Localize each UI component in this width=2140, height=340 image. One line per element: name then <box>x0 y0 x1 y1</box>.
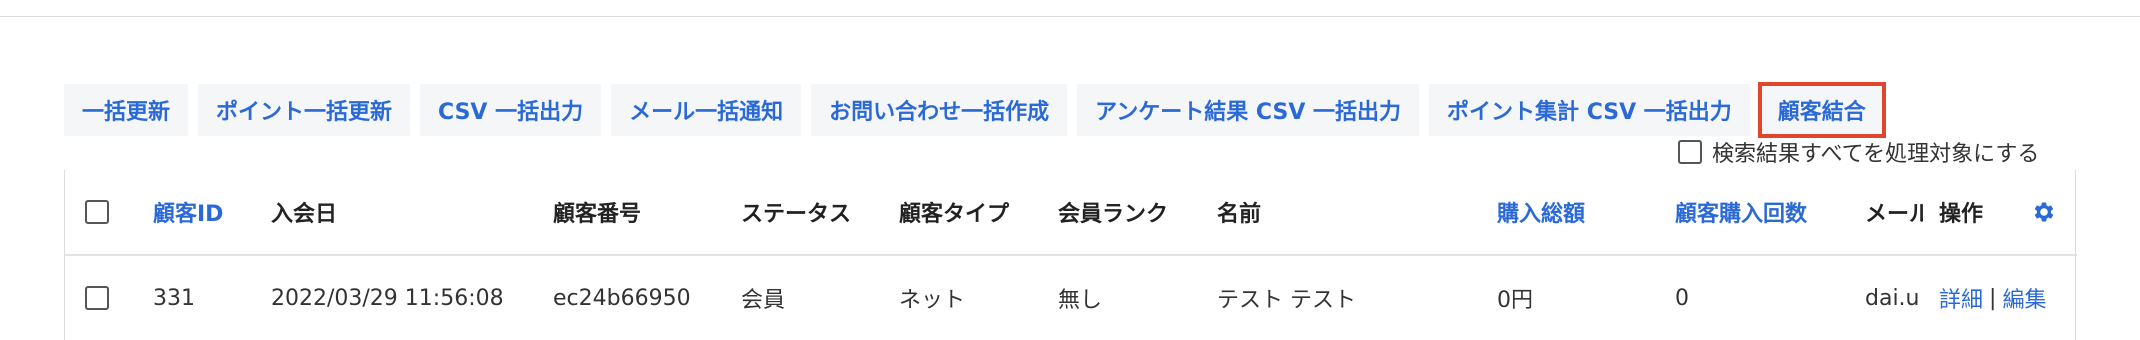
table-row: 331 2022/03/29 11:56:08 ec24b66950 会員 ネッ… <box>65 256 2077 340</box>
header-customer-id[interactable]: 顧客ID <box>153 170 223 254</box>
column-settings-button[interactable] <box>2031 170 2057 254</box>
cell-name: テスト テスト <box>1217 288 1356 313</box>
bulk-point-update-button[interactable]: ポイント一括更新 <box>198 84 411 136</box>
bulk-action-toolbar: 一括更新 ポイント一括更新 CSV 一括出力 メール一括通知 お問い合わせ一括作… <box>64 82 1886 138</box>
survey-csv-export-button[interactable]: アンケート結果 CSV 一括出力 <box>1077 84 1420 136</box>
header-total-purchase[interactable]: 購入総額 <box>1497 170 1585 254</box>
select-all-checkbox[interactable] <box>1678 140 1702 164</box>
header-customer-number: 顧客番号 <box>553 202 642 227</box>
point-summary-csv-export-button[interactable]: ポイント集計 CSV 一括出力 <box>1429 84 1750 136</box>
top-divider <box>0 16 2140 17</box>
bulk-csv-export-button[interactable]: CSV 一括出力 <box>420 84 602 136</box>
header-status: ステータス <box>741 202 852 227</box>
select-all-results[interactable]: 検索結果すべてを処理対象にする <box>1678 136 2039 168</box>
gear-icon[interactable] <box>2031 199 2057 225</box>
header-member-rank: 会員ランク <box>1058 202 1169 227</box>
detail-link[interactable]: 詳細 <box>1939 282 1983 314</box>
bulk-inquiry-create-button[interactable]: お問い合わせ一括作成 <box>811 84 1068 136</box>
cell-customer-id: 331 <box>153 285 195 311</box>
bulk-update-button[interactable]: 一括更新 <box>64 84 189 136</box>
header-name: 名前 <box>1217 202 1262 227</box>
edit-link[interactable]: 編集 <box>2002 282 2046 314</box>
customer-merge-button[interactable]: 顧客結合 <box>1757 82 1886 138</box>
header-customer-type: 顧客タイプ <box>899 202 1010 227</box>
bulk-mail-notify-button[interactable]: メール一括通知 <box>611 84 802 136</box>
row-select-cell[interactable] <box>85 256 109 340</box>
select-all-label: 検索結果すべてを処理対象にする <box>1712 142 2040 167</box>
cell-customer-type: ネット <box>899 288 966 313</box>
cell-purchase-count: 0 <box>1675 285 1689 311</box>
cell-actions: 詳細 | 編集 <box>1939 256 2046 340</box>
cell-total-purchase: 0円 <box>1497 288 1533 313</box>
header-select-cell[interactable] <box>85 170 109 254</box>
header-actions: 操作 <box>1939 202 1984 227</box>
cell-status: 会員 <box>741 288 786 313</box>
cell-member-rank: 無し <box>1058 288 1103 313</box>
action-separator: | <box>1989 285 1997 311</box>
customer-table: 顧客ID 入会日 顧客番号 ステータス 顧客タイプ 会員ランク 名前 購入総額 … <box>64 170 2077 340</box>
select-all-rows-checkbox[interactable] <box>85 200 109 224</box>
header-email: メール <box>1865 202 1923 227</box>
header-join-date: 入会日 <box>271 202 338 227</box>
cell-customer-number: ec24b66950 <box>553 285 691 311</box>
table-header-row: 顧客ID 入会日 顧客番号 ステータス 顧客タイプ 会員ランク 名前 購入総額 … <box>65 170 2077 256</box>
cell-join-date: 2022/03/29 11:56:08 <box>271 285 504 311</box>
row-checkbox[interactable] <box>85 286 109 310</box>
header-purchase-count[interactable]: 顧客購入回数 <box>1675 170 1807 254</box>
cell-email: dai.u <box>1865 285 1920 311</box>
